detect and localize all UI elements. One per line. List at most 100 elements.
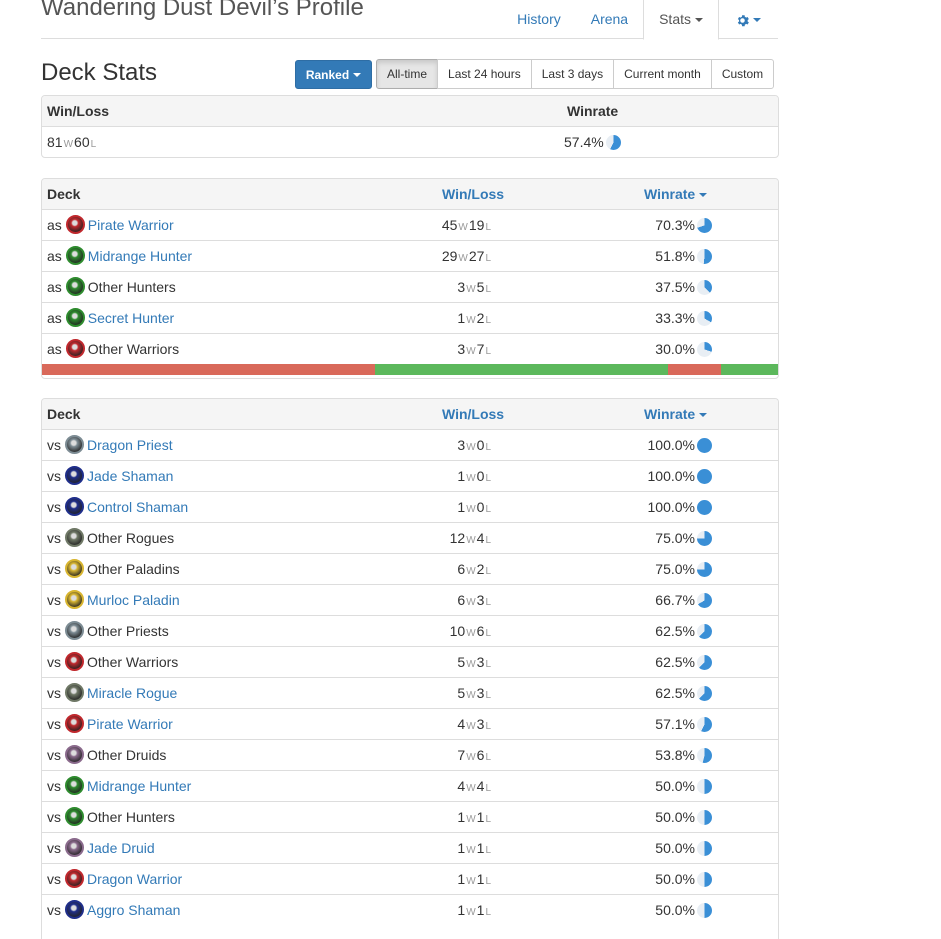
wins: 1 (457, 902, 466, 918)
wins: 6 (457, 592, 466, 608)
winrate-value: 75.0% (655, 530, 695, 546)
vs-winloss-header[interactable]: Win/Loss (442, 406, 504, 422)
table-row: vs Other Paladins 6W2L 75.0% (42, 554, 778, 585)
ranked-mode-button[interactable]: Ranked (295, 60, 372, 89)
deck-prefix: vs (47, 809, 61, 825)
deck-prefix: vs (47, 840, 61, 856)
winrate-cell: 51.8% (655, 248, 712, 264)
deck-name[interactable]: Secret Hunter (88, 310, 174, 326)
deck-cell: as Other Warriors (47, 339, 179, 359)
deck-name[interactable]: Midrange Hunter (88, 248, 192, 264)
wins-suffix: W (458, 222, 468, 233)
wins-suffix: W (466, 597, 476, 608)
table-row: vs Jade Shaman 1W0L 100.0% (42, 461, 778, 492)
wins-suffix: W (466, 814, 476, 825)
winloss-cell: 3W7L (457, 341, 492, 357)
deck-name[interactable]: Miracle Rogue (87, 685, 177, 701)
deck-prefix: vs (47, 685, 61, 701)
deck-name[interactable]: Jade Druid (87, 840, 155, 856)
table-row: vs Other Rogues 12W4L 75.0% (42, 523, 778, 554)
table-row: vs Pirate Warrior 4W3L 57.1% (42, 709, 778, 740)
deck-cell: vs Jade Druid (47, 838, 155, 858)
deck-prefix: vs (47, 561, 61, 577)
winrate-pie-icon (697, 468, 712, 484)
period-current-month[interactable]: Current month (613, 59, 712, 89)
deck-name: Other Priests (87, 623, 169, 639)
winrate-pie-icon (697, 871, 712, 887)
warrior-class-icon (65, 215, 85, 235)
period-last-3-days[interactable]: Last 3 days (530, 59, 615, 89)
deck-name[interactable]: Dragon Warrior (87, 871, 182, 887)
winrate-cell: 62.5% (655, 685, 712, 701)
tab-arena[interactable]: Arena (576, 0, 643, 39)
period-custom[interactable]: Custom (710, 59, 775, 89)
losses-suffix: L (485, 876, 491, 887)
deck-name[interactable]: Pirate Warrior (87, 716, 173, 732)
losses-suffix: L (485, 845, 491, 856)
deck-name[interactable]: Control Shaman (87, 499, 188, 515)
deck-prefix: as (47, 341, 62, 357)
losses: 3 (476, 716, 485, 732)
profile-nav: History Arena Stats (502, 0, 778, 40)
table-row: as Pirate Warrior 45W19L 70.3% (42, 210, 778, 241)
played-as-panel: Deck Win/Loss Winrate as Pirate Warrior 45… (41, 178, 779, 379)
winloss-cell: 45W19L (442, 217, 492, 233)
winrate-value: 66.7% (655, 592, 695, 608)
deck-name: Other Hunters (87, 279, 176, 295)
deck-name: Other Hunters (87, 809, 175, 825)
vs-winrate-header[interactable]: Winrate (644, 406, 708, 422)
paladin-class-icon (65, 590, 84, 610)
wins-suffix: W (466, 535, 476, 546)
winrate-value: 50.0% (655, 840, 695, 856)
deck-cell: vs Miracle Rogue (47, 683, 177, 703)
winrate-pie-icon (697, 499, 712, 515)
losses: 0 (476, 468, 485, 484)
table-row: vs Other Warriors 5W3L 62.5% (42, 647, 778, 678)
deck-name[interactable]: Jade Shaman (87, 468, 173, 484)
period-last-24-hours[interactable]: Last 24 hours (437, 59, 532, 89)
deck-cell: vs Other Rogues (47, 528, 174, 548)
bar-segment (42, 364, 376, 375)
deck-name[interactable]: Dragon Priest (87, 437, 173, 453)
table-row: as Other Hunters 3W5L 37.5% (42, 272, 778, 303)
table-row: vs Other Druids 7W6L 53.8% (42, 740, 778, 771)
winloss-cell: 5W3L (457, 685, 492, 701)
winrate-value: 57.1% (655, 716, 695, 732)
winrate-pie-icon (697, 840, 712, 856)
druid-class-icon (65, 838, 84, 858)
table-row: vs Dragon Warrior 1W1L 50.0% (42, 864, 778, 895)
winloss-cell: 12W4L (450, 530, 492, 546)
winrate-value: 100.0% (647, 468, 695, 484)
deck-prefix: vs (47, 747, 61, 763)
tab-stats[interactable]: Stats (643, 0, 719, 40)
losses: 5 (476, 279, 485, 295)
wins: 3 (457, 341, 466, 357)
winrate-cell: 50.0% (655, 809, 712, 825)
wins: 45 (441, 217, 458, 233)
wins: 1 (457, 310, 466, 326)
tab-history[interactable]: History (502, 0, 576, 39)
losses-suffix: L (485, 284, 491, 295)
deck-name[interactable]: Murloc Paladin (87, 592, 180, 608)
losses: 7 (476, 341, 485, 357)
losses: 27 (468, 248, 485, 264)
as-winrate-header[interactable]: Winrate (644, 186, 708, 202)
settings-dropdown[interactable] (719, 0, 778, 39)
period-all-time[interactable]: All-time (376, 59, 439, 89)
wins-suffix: W (466, 845, 476, 856)
as-winrate-header-label: Winrate (644, 186, 696, 202)
deck-prefix: vs (47, 871, 61, 887)
winrate-pie-icon (697, 561, 712, 577)
as-winloss-header[interactable]: Win/Loss (442, 186, 504, 202)
deck-prefix: as (47, 248, 62, 264)
summary-losses: 60 (74, 134, 90, 150)
deck-name[interactable]: Midrange Hunter (87, 778, 191, 794)
deck-name[interactable]: Aggro Shaman (87, 902, 180, 918)
deck-name[interactable]: Pirate Warrior (88, 217, 174, 233)
wins: 1 (457, 871, 466, 887)
summary-panel: Win/Loss Winrate 81W60L 57.4% (41, 95, 779, 158)
deck-name: Other Paladins (87, 561, 180, 577)
wins: 6 (457, 561, 466, 577)
vs-winrate-header-label: Winrate (644, 406, 696, 422)
losses: 6 (476, 623, 485, 639)
